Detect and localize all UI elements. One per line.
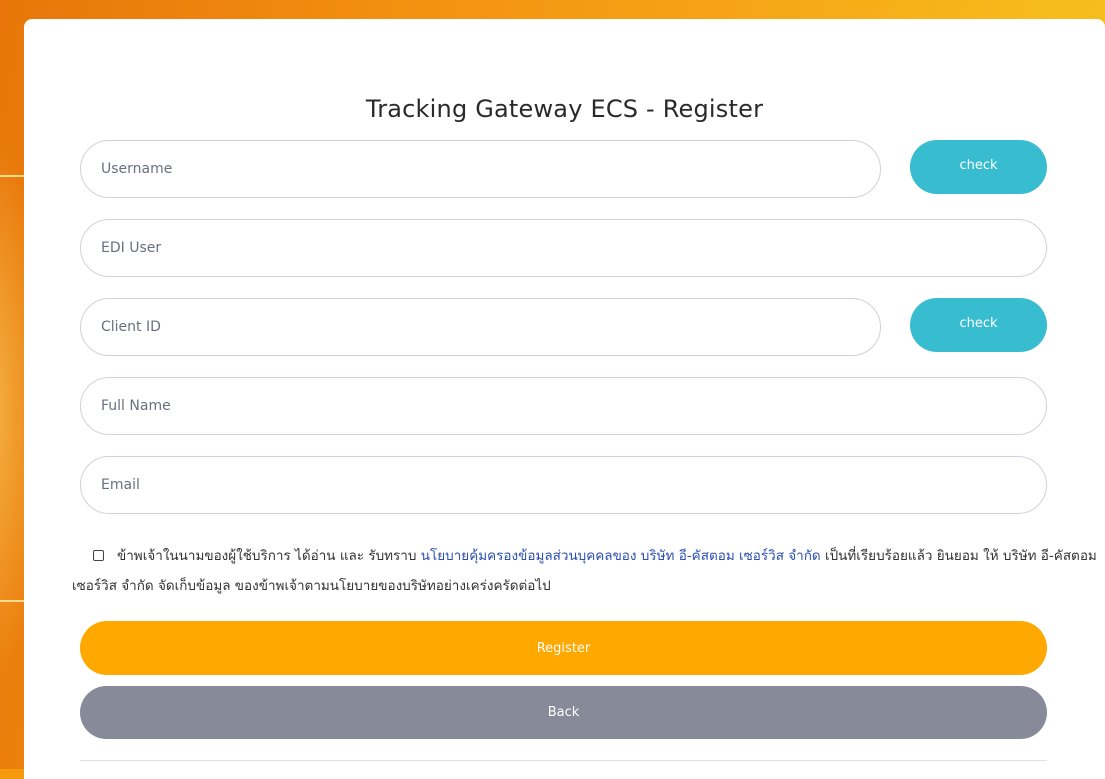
page-title: Tracking Gateway ECS - Register — [365, 95, 764, 123]
username-field[interactable] — [80, 140, 881, 198]
background-streak — [0, 175, 24, 177]
consent-text-before: ข้าพเจ้าในนามของผู้ใช้บริการ ได้อ่าน และ… — [117, 548, 421, 564]
username-check-button[interactable]: check — [910, 140, 1047, 194]
divider — [80, 760, 1047, 761]
email-field[interactable] — [80, 456, 1047, 514]
full-name-input[interactable] — [81, 378, 1046, 434]
register-button[interactable]: Register — [80, 621, 1047, 675]
back-button[interactable]: Back — [80, 686, 1047, 739]
consent-checkbox[interactable] — [93, 550, 104, 561]
privacy-policy-link[interactable]: นโยบายคุ้มครองข้อมูลส่วนบุคคลของ บริษัท … — [421, 548, 821, 564]
edi-user-field[interactable] — [80, 219, 1047, 277]
consent-statement: ข้าพเจ้าในนามของผู้ใช้บริการ ได้อ่าน และ… — [72, 541, 1097, 601]
background-streak — [0, 600, 24, 602]
client-id-field[interactable] — [80, 298, 881, 356]
register-card: Tracking Gateway ECS - Register check ch… — [24, 19, 1105, 779]
email-input[interactable] — [81, 457, 1046, 513]
client-id-input[interactable] — [81, 299, 880, 355]
client-id-check-button[interactable]: check — [910, 298, 1047, 352]
username-input[interactable] — [81, 141, 880, 197]
full-name-field[interactable] — [80, 377, 1047, 435]
edi-user-input[interactable] — [81, 220, 1046, 276]
